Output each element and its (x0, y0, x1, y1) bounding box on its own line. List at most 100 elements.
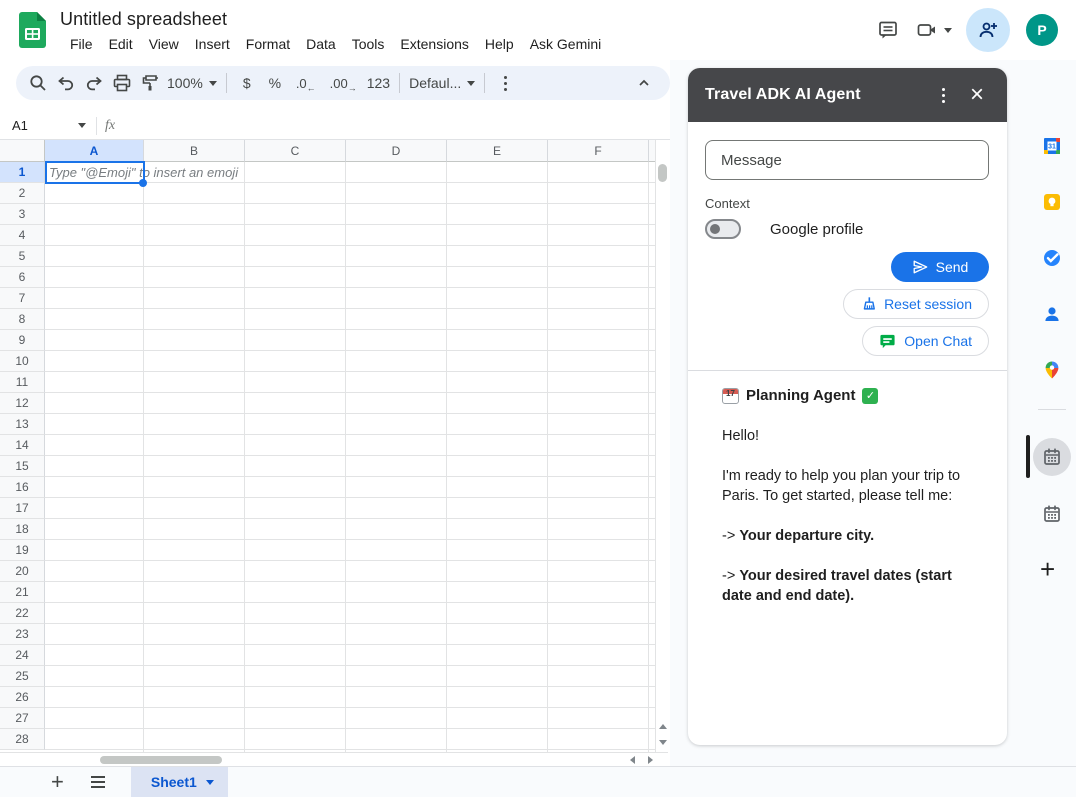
toolbar-more-button[interactable] (491, 69, 519, 97)
redo-button[interactable] (80, 69, 108, 97)
scroll-left-icon[interactable] (630, 756, 635, 764)
vertical-scrollbar-thumb[interactable] (658, 164, 667, 182)
menu-data[interactable]: Data (298, 33, 344, 55)
horizontal-scrollbar[interactable] (0, 752, 668, 766)
google-tasks-icon[interactable] (1042, 248, 1062, 268)
row-header-24[interactable]: 24 (0, 645, 45, 666)
format-percent-button[interactable]: % (261, 69, 289, 97)
row-header-18[interactable]: 18 (0, 519, 45, 540)
open-chat-button[interactable]: Open Chat (862, 326, 989, 356)
account-avatar[interactable]: P (1026, 14, 1058, 46)
column-header-b[interactable]: B (144, 140, 245, 162)
search-button[interactable] (24, 69, 52, 97)
column-header-d[interactable]: D (346, 140, 447, 162)
row-header-9[interactable]: 9 (0, 330, 45, 351)
menu-file[interactable]: File (62, 33, 101, 55)
row-header-23[interactable]: 23 (0, 624, 45, 645)
menu-extensions[interactable]: Extensions (392, 33, 476, 55)
zoom-control[interactable]: 100% (164, 69, 220, 97)
panel-close-button[interactable]: × (959, 77, 995, 113)
google-profile-toggle[interactable] (705, 219, 741, 239)
print-button[interactable] (108, 69, 136, 97)
addon-calendar-button-active[interactable] (1033, 438, 1071, 476)
row-header-28[interactable]: 28 (0, 729, 45, 750)
row-header-7[interactable]: 7 (0, 288, 45, 309)
vertical-scrollbar[interactable] (655, 140, 668, 752)
share-button[interactable] (966, 8, 1010, 52)
row-header-8[interactable]: 8 (0, 309, 45, 330)
collapse-toolbar-button[interactable] (630, 69, 658, 97)
row-header-5[interactable]: 5 (0, 246, 45, 267)
comments-button[interactable] (868, 10, 908, 50)
panel-menu-button[interactable] (927, 79, 959, 111)
document-title[interactable]: Untitled spreadsheet (60, 9, 609, 30)
scroll-down-icon[interactable] (659, 740, 667, 745)
video-call-button[interactable] (916, 19, 952, 41)
row-header-16[interactable]: 16 (0, 477, 45, 498)
more-formats-button[interactable]: 123 (364, 69, 393, 97)
row-header-17[interactable]: 17 (0, 498, 45, 519)
google-calendar-icon[interactable]: 31 (1042, 136, 1062, 156)
undo-icon (56, 73, 76, 93)
row-header-11[interactable]: 11 (0, 372, 45, 393)
column-header-c[interactable]: C (245, 140, 346, 162)
row-header-25[interactable]: 25 (0, 666, 45, 687)
menu-view[interactable]: View (141, 33, 187, 55)
row-header-15[interactable]: 15 (0, 456, 45, 477)
selected-cell-a1[interactable] (45, 161, 145, 184)
google-keep-icon[interactable] (1042, 192, 1062, 212)
decrease-decimal-button[interactable]: .0← (289, 69, 323, 97)
row-header-4[interactable]: 4 (0, 225, 45, 246)
menu-ask-gemini[interactable]: Ask Gemini (522, 33, 610, 55)
row-header-14[interactable]: 14 (0, 435, 45, 456)
grid-row-line (45, 707, 655, 708)
spreadsheet-grid[interactable]: ABCDEF 123456789101112131415161718192021… (0, 140, 668, 752)
column-header-a[interactable]: A (45, 140, 144, 162)
google-contacts-icon[interactable] (1042, 304, 1062, 324)
menu-help[interactable]: Help (477, 33, 522, 55)
row-header-6[interactable]: 6 (0, 267, 45, 288)
column-header-f[interactable]: F (548, 140, 649, 162)
select-all-corner[interactable] (0, 140, 45, 162)
row-header-10[interactable]: 10 (0, 351, 45, 372)
row-header-26[interactable]: 26 (0, 687, 45, 708)
font-selector[interactable]: Defaul... (406, 69, 478, 97)
paint-format-button[interactable] (136, 69, 164, 97)
google-sheets-logo-icon[interactable] (19, 12, 46, 48)
menu-tools[interactable]: Tools (344, 33, 393, 55)
video-call-caret-icon[interactable] (944, 28, 952, 33)
row-header-12[interactable]: 12 (0, 393, 45, 414)
sheet-tab-sheet1[interactable]: Sheet1 (131, 767, 228, 797)
row-header-21[interactable]: 21 (0, 582, 45, 603)
google-maps-icon[interactable] (1042, 360, 1062, 380)
row-header-2[interactable]: 2 (0, 183, 45, 204)
format-currency-button[interactable]: $ (233, 69, 261, 97)
row-header-22[interactable]: 22 (0, 603, 45, 624)
row-header-20[interactable]: 20 (0, 561, 45, 582)
row-header-1[interactable]: 1 (0, 162, 45, 183)
chat-bullets: -> Your departure city.-> Your desired t… (722, 526, 972, 606)
sheet-tab-caret-icon[interactable] (206, 780, 214, 785)
all-sheets-button[interactable] (90, 775, 106, 789)
menu-format[interactable]: Format (238, 33, 298, 55)
get-add-ons-button[interactable]: + (1040, 556, 1055, 582)
scroll-up-icon[interactable] (659, 724, 667, 729)
horizontal-scrollbar-thumb[interactable] (100, 756, 222, 764)
row-header-19[interactable]: 19 (0, 540, 45, 561)
addon-calendar-icon[interactable] (1042, 504, 1062, 524)
send-button[interactable]: Send (891, 252, 989, 282)
menu-insert[interactable]: Insert (187, 33, 238, 55)
menu-edit[interactable]: Edit (101, 33, 141, 55)
row-header-3[interactable]: 3 (0, 204, 45, 225)
row-header-27[interactable]: 27 (0, 708, 45, 729)
row-header-13[interactable]: 13 (0, 414, 45, 435)
name-box[interactable]: A1 (0, 118, 86, 133)
increase-decimal-button[interactable]: .00→ (323, 69, 364, 97)
reset-session-button[interactable]: Reset session (843, 289, 989, 319)
scroll-right-icon[interactable] (648, 756, 653, 764)
add-sheet-button[interactable]: + (51, 771, 64, 793)
undo-button[interactable] (52, 69, 80, 97)
fill-handle[interactable] (139, 179, 147, 187)
message-input[interactable]: Message (705, 140, 989, 180)
column-header-e[interactable]: E (447, 140, 548, 162)
